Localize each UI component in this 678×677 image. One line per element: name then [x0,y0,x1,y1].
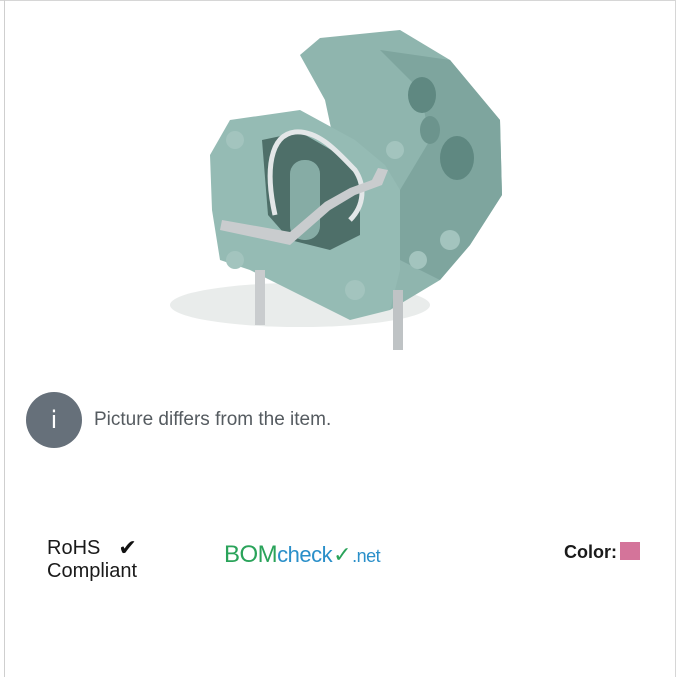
color-indicator: Color: [564,541,640,563]
bomcheck-logo-net: .net [352,546,381,566]
rohs-label: RoHS [47,537,101,559]
picture-disclaimer: i Picture differs from the item. [26,392,331,448]
info-icon: i [26,392,82,448]
compliant-label: Compliant [47,560,138,582]
disclaimer-text: Picture differs from the item. [94,409,332,430]
bomcheck-logo-check: check [277,542,333,567]
bomcheck-logo-bom: BOM [224,541,278,568]
bomcheck-check-icon: ✓ [333,542,352,567]
divider [4,0,5,677]
color-swatch [620,541,640,560]
color-label: Color: [564,542,617,562]
rohs-compliant-badge: RoHS ✔ Compliant [47,537,137,583]
product-image [170,30,502,350]
bomcheck-logo[interactable]: BOM check ✓ .net [224,541,381,569]
checkmark-icon: ✔ [118,536,137,561]
